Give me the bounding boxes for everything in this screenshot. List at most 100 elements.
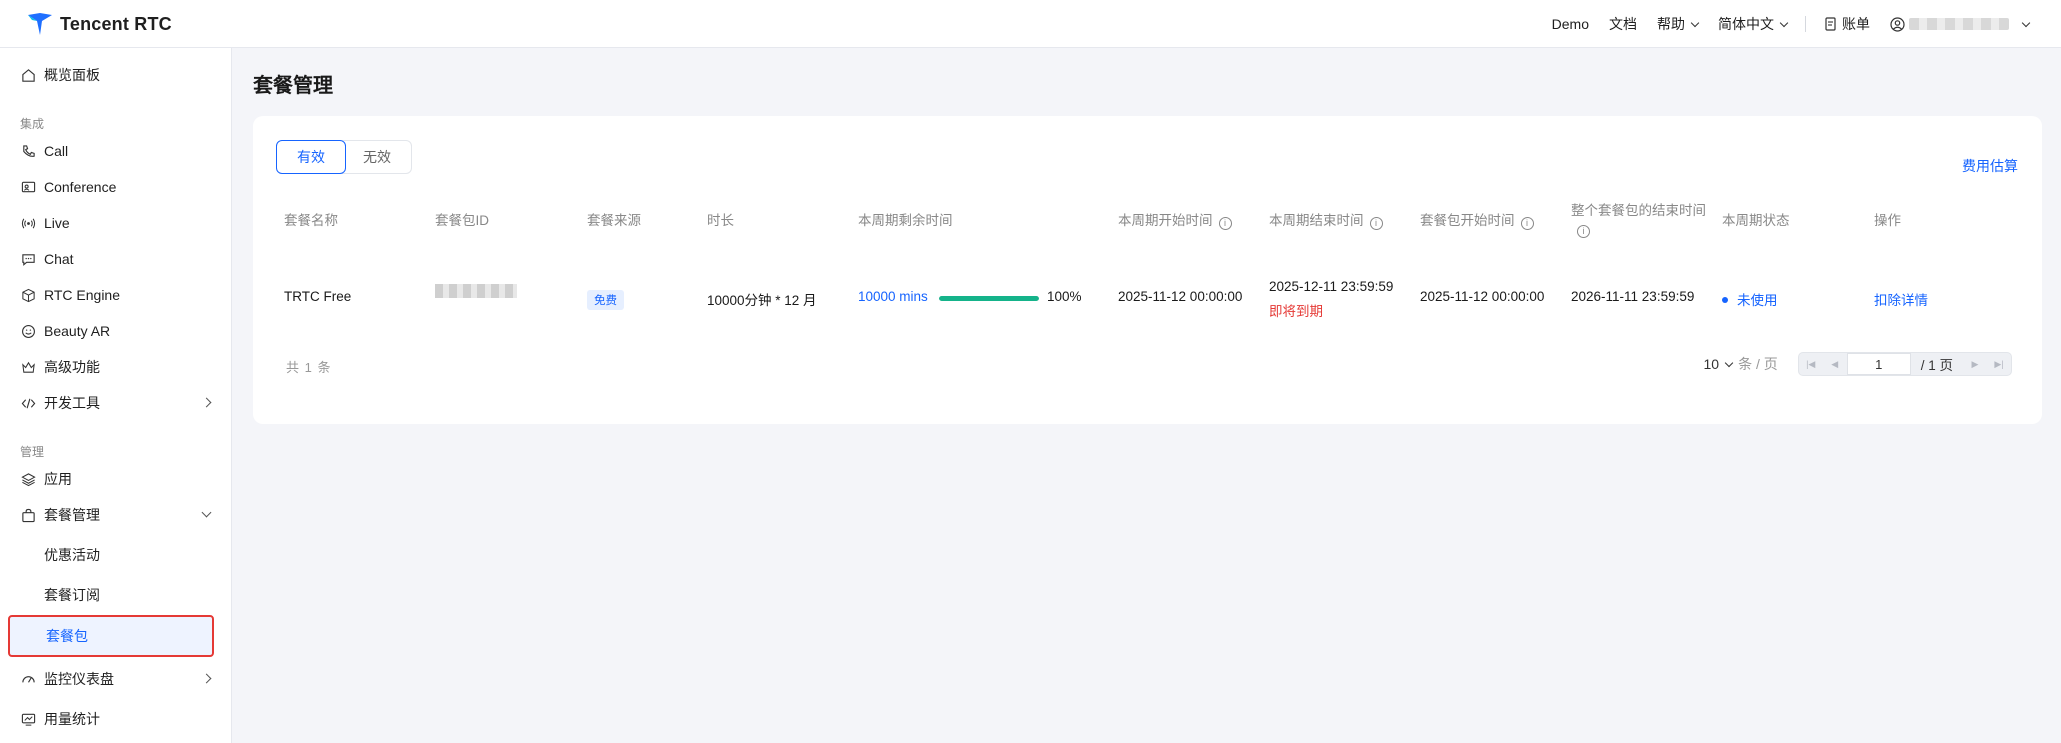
deduction-details-link[interactable]: 扣除详情: [1874, 289, 1928, 309]
page-number-input[interactable]: [1846, 353, 1911, 375]
sidebar-item-package-mgmt[interactable]: 套餐管理: [0, 497, 232, 533]
phone-icon: [20, 143, 36, 159]
chevron-right-icon: [201, 397, 212, 408]
live-broadcast-icon: [20, 215, 36, 231]
divider: [1805, 16, 1806, 32]
column-header-label: 整个套餐包的结束时间: [1571, 203, 1706, 218]
last-page-icon[interactable]: ▶|: [1987, 353, 2011, 375]
sidebar-item-devtools[interactable]: 开发工具: [0, 385, 232, 421]
sidebar-item-label: 套餐订阅: [44, 587, 100, 603]
prev-page-icon[interactable]: ◀: [1823, 353, 1847, 375]
column-header-source: 套餐来源: [587, 213, 641, 228]
expiring-soon-label: 即将到期: [1269, 304, 1323, 319]
column-header-pkg-start: 套餐包开始时间 i: [1420, 212, 1534, 230]
code-icon: [20, 395, 36, 411]
validity-tabs: 有效 无效: [276, 140, 412, 174]
sidebar-item-apps[interactable]: 应用: [0, 461, 232, 497]
help-menu[interactable]: 帮助: [1647, 14, 1708, 34]
page-navigator: |◀ ◀ / 1 页 ▶ ▶|: [1797, 352, 2012, 376]
account-menu[interactable]: [1880, 16, 2039, 32]
sidebar-item-live[interactable]: Live: [0, 205, 232, 241]
cell-start-time: 2025-11-12 00:00:00: [1118, 289, 1243, 304]
sidebar-item-usage[interactable]: 用量统计: [0, 701, 232, 737]
cube-icon: [20, 287, 36, 303]
column-header-id: 套餐包ID: [435, 213, 489, 228]
sidebar-item-monitor[interactable]: 监控仪表盘: [0, 661, 232, 697]
sidebar-item-advanced[interactable]: 高级功能: [0, 349, 232, 385]
chevron-down-icon: [1724, 358, 1734, 367]
column-header-name: 套餐名称: [284, 213, 338, 228]
chevron-right-icon: [201, 673, 212, 684]
sidebar-item-label: Live: [44, 215, 70, 231]
source-badge: 免费: [587, 290, 624, 310]
sidebar-item-label: 套餐管理: [44, 507, 100, 523]
chevron-down-icon: [2021, 18, 2031, 27]
cell-remaining: 10000 mins: [858, 289, 928, 304]
sidebar: 概览面板 集成 Call Conference Live Chat RTC En…: [0, 48, 232, 743]
demo-link[interactable]: Demo: [1542, 16, 1599, 32]
language-label: 简体中文: [1718, 16, 1774, 32]
tencent-rtc-logo-icon: [28, 13, 52, 35]
page-title: 套餐管理: [253, 75, 333, 97]
packages-card: 有效 无效 费用估算 套餐名称 套餐包ID 套餐来源 时长 本周期剩余时间 本周…: [253, 116, 2042, 424]
sidebar-item-overview[interactable]: 概览面板: [0, 57, 232, 93]
sidebar-item-label: 概览面板: [44, 67, 100, 83]
gauge-icon: [20, 671, 36, 687]
page-size-select[interactable]: 10: [1703, 356, 1734, 372]
demo-label: Demo: [1551, 16, 1589, 32]
bill-icon: [1825, 17, 1836, 31]
sidebar-item-rtc-engine[interactable]: RTC Engine: [0, 277, 232, 313]
package-id-redacted: [435, 284, 517, 298]
docs-link[interactable]: 文档: [1599, 14, 1647, 34]
language-menu[interactable]: 简体中文: [1708, 14, 1797, 34]
column-header-label: 本周期结束时间: [1269, 213, 1364, 228]
brand-logo[interactable]: Tencent RTC: [26, 11, 172, 37]
progress-fill: [939, 296, 1039, 301]
column-header-duration: 时长: [707, 213, 734, 228]
cell-duration: 10000分钟 * 12 月: [707, 293, 817, 308]
help-label: 帮助: [1657, 16, 1685, 32]
crown-icon: [20, 359, 36, 375]
sidebar-item-label: RTC Engine: [44, 287, 121, 303]
column-header-pkg-end: 整个套餐包的结束时间 i: [1571, 202, 1706, 238]
billing-label: 账单: [1842, 16, 1870, 32]
group-label-manage: 管理: [20, 445, 45, 459]
sidebar-item-beauty-ar[interactable]: Beauty AR: [0, 313, 232, 349]
column-header-label: 套餐包开始时间: [1420, 213, 1515, 228]
sidebar-item-conference[interactable]: Conference: [0, 169, 232, 205]
tab-valid[interactable]: 有效: [276, 140, 346, 174]
info-icon[interactable]: i: [1218, 217, 1232, 230]
home-icon: [20, 67, 36, 83]
billing-link[interactable]: 账单: [1814, 14, 1880, 34]
cell-name: TRTC Free: [284, 289, 352, 304]
column-header-start: 本周期开始时间 i: [1118, 212, 1232, 230]
sidebar-item-label: 监控仪表盘: [44, 671, 114, 687]
cell-end-time: 2025-12-11 23:59:59: [1269, 279, 1394, 294]
sidebar-item-label: Beauty AR: [44, 323, 111, 339]
sidebar-item-label: 开发工具: [44, 395, 100, 411]
docs-label: 文档: [1609, 16, 1637, 32]
sidebar-item-label: 用量统计: [44, 711, 100, 727]
cost-estimate-link[interactable]: 费用估算: [1962, 156, 2018, 176]
cell-pkg-start: 2025-11-12 00:00:00: [1420, 289, 1545, 304]
layers-icon: [20, 471, 36, 487]
page-total: / 1 页: [1920, 358, 1953, 373]
sidebar-item-call[interactable]: Call: [0, 133, 232, 169]
info-icon[interactable]: i: [1577, 225, 1590, 238]
column-header-action: 操作: [1874, 213, 1901, 228]
chevron-down-icon: [1690, 18, 1700, 27]
next-page-icon[interactable]: ▶: [1963, 353, 1987, 375]
sidebar-item-label: 应用: [44, 471, 72, 487]
sidebar-subitem-subscriptions[interactable]: 套餐订阅: [0, 577, 232, 613]
tab-invalid[interactable]: 无效: [342, 140, 412, 174]
column-header-end: 本周期结束时间 i: [1269, 212, 1383, 230]
group-label-integration: 集成: [20, 117, 45, 131]
status-dot-icon: [1722, 297, 1728, 303]
sidebar-item-chat[interactable]: Chat: [0, 241, 232, 277]
sidebar-subitem-packages[interactable]: 套餐包: [8, 615, 214, 657]
info-icon[interactable]: i: [1520, 217, 1534, 230]
first-page-icon[interactable]: |◀: [1799, 353, 1823, 375]
sidebar-subitem-promotions[interactable]: 优惠活动: [0, 537, 232, 573]
smile-icon: [20, 323, 36, 339]
info-icon[interactable]: i: [1369, 217, 1383, 230]
